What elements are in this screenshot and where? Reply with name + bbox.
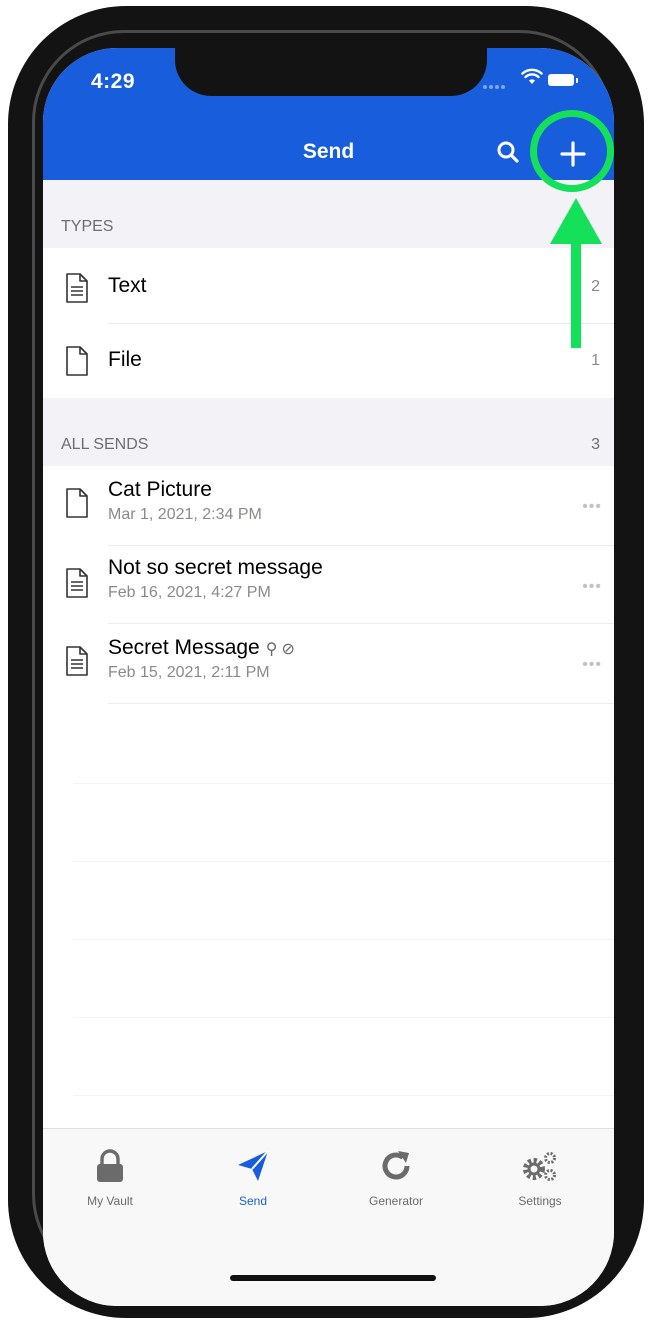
- empty-separator: [73, 1017, 614, 1018]
- app-screen: 4:29 Send TYPES Text 2 File 1 ALL SENDS …: [43, 48, 614, 1306]
- more-options-icon[interactable]: •••: [582, 498, 602, 516]
- send-name: Secret Message: [108, 636, 260, 659]
- page-title: Send: [302, 140, 355, 163]
- tab-label: My Vault: [87, 1194, 133, 1208]
- tab-send[interactable]: Send: [188, 1149, 318, 1208]
- more-options-icon[interactable]: •••: [582, 656, 602, 674]
- empty-separator: [73, 861, 614, 862]
- tab-my-vault[interactable]: My Vault: [45, 1149, 175, 1208]
- refresh-icon: [382, 1151, 410, 1180]
- send-row[interactable]: Cat Picture Mar 1, 2021, 2:34 PM •••: [43, 466, 614, 546]
- type-label: File: [108, 348, 142, 371]
- text-document-icon: [66, 646, 88, 676]
- key-disabled-icons: ⚲⊘: [265, 641, 299, 658]
- send-date: Feb 15, 2021, 2:11 PM: [108, 664, 270, 681]
- home-indicator: [230, 1275, 436, 1281]
- gears-icon: [523, 1152, 556, 1181]
- text-document-icon: [66, 568, 88, 598]
- paper-plane-icon: [238, 1150, 269, 1181]
- more-options-icon[interactable]: •••: [582, 578, 602, 596]
- section-count: 3: [591, 436, 600, 453]
- type-row-file[interactable]: File 1: [43, 324, 614, 398]
- send-row[interactable]: Not so secret message Feb 16, 2021, 4:27…: [43, 546, 614, 624]
- empty-separator: [73, 939, 614, 940]
- battery-icon: [548, 74, 578, 86]
- tab-settings[interactable]: Settings: [475, 1149, 605, 1208]
- empty-separator: [73, 783, 614, 784]
- types-section-header: TYPES: [43, 180, 614, 248]
- sends-section-header: ALL SENDS 3: [43, 398, 614, 466]
- wifi-icon: [521, 68, 543, 84]
- file-icon: [66, 346, 88, 376]
- signal-icon: [483, 76, 511, 89]
- section-label: TYPES: [61, 218, 114, 235]
- type-label: Text: [108, 274, 147, 297]
- section-label: ALL SENDS: [61, 436, 149, 453]
- send-name-wrap: Secret Message ⚲⊘: [108, 636, 299, 660]
- row-divider: [108, 703, 614, 704]
- send-name: Cat Picture: [108, 478, 212, 501]
- device-notch: [175, 48, 487, 96]
- send-name: Not so secret message: [108, 556, 323, 579]
- tab-bar: My Vault Send Generator Settings: [43, 1128, 614, 1306]
- send-row[interactable]: Secret Message ⚲⊘ Feb 15, 2021, 2:11 PM •…: [43, 624, 614, 704]
- lock-icon: [97, 1149, 123, 1182]
- send-date: Mar 1, 2021, 2:34 PM: [108, 506, 262, 523]
- up-arrow-icon: [550, 198, 602, 348]
- type-count: 1: [591, 352, 600, 369]
- text-document-icon: [66, 273, 88, 303]
- tab-label: Generator: [368, 1194, 424, 1208]
- empty-separator: [73, 1095, 614, 1096]
- status-time: 4:29: [91, 70, 136, 93]
- tab-generator[interactable]: Generator: [331, 1149, 461, 1208]
- highlight-ring: [530, 110, 614, 192]
- nav-bar: 4:29 Send: [43, 48, 614, 180]
- send-date: Feb 16, 2021, 4:27 PM: [108, 584, 271, 601]
- tab-label: Settings: [518, 1194, 562, 1208]
- search-icon[interactable]: [496, 140, 520, 164]
- file-icon: [66, 488, 88, 518]
- type-row-text[interactable]: Text 2: [43, 248, 614, 324]
- tab-label: Send: [238, 1194, 268, 1208]
